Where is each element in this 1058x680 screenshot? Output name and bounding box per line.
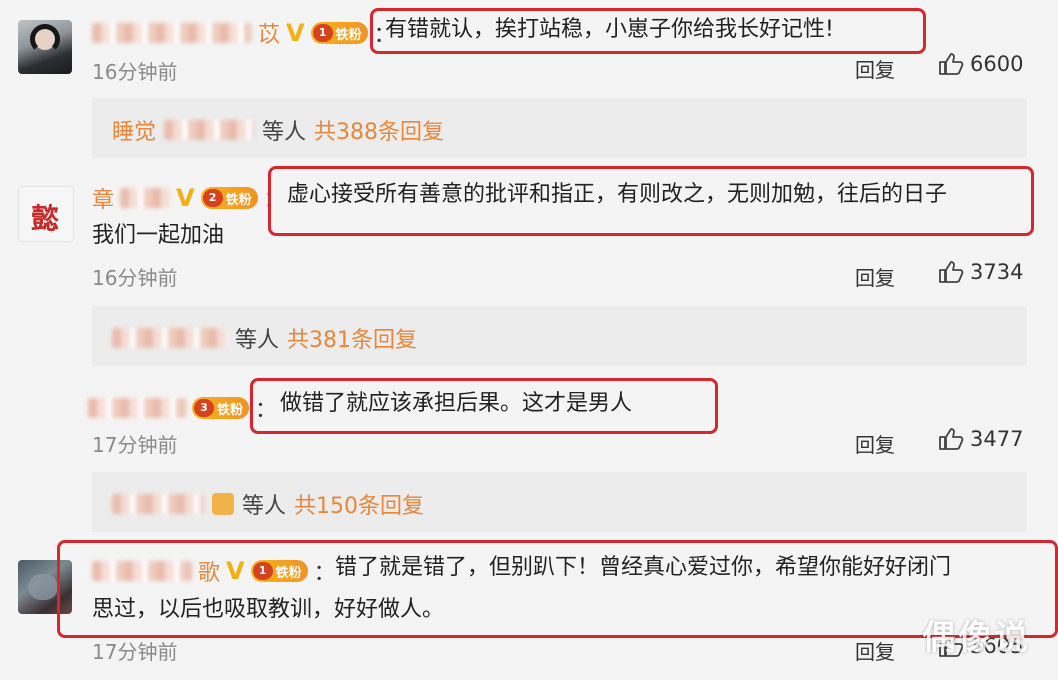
comment-text-line-2: 我们一起加油 [92,223,225,248]
thumbs-up-icon [939,428,964,450]
avatar[interactable]: 懿 [18,186,74,242]
like-count: 3477 [970,427,1024,451]
highlight-box [370,8,926,54]
username-text: 苡 [258,23,281,48]
blurred-username [164,120,255,140]
username-row[interactable]: 3 铁粉 ： [88,392,277,424]
reply-button[interactable]: 回复 [855,54,895,83]
fan-badge-label: 铁粉 [225,192,252,208]
comment-time: 17分钟前 [92,433,178,457]
fan-badge[interactable]: 2 铁粉 [200,187,258,209]
highlight-box [57,540,1058,638]
fan-badge[interactable]: 3 铁粉 [192,397,250,419]
sub-reply-others: 等人 [235,328,280,353]
sub-reply-count[interactable]: 共388条回复 [314,114,444,146]
reply-button[interactable]: 回复 [855,262,895,291]
fan-badge-label: 铁粉 [217,402,244,418]
sub-replies-box[interactable]: 睡觉 等人 共388条回复 [92,98,1027,158]
thumbs-up-icon [939,261,964,283]
username-row[interactable]: 章 V 2 铁粉 ： [92,182,286,214]
thumbs-up-emoji-icon [212,493,234,515]
blurred-username [112,494,204,514]
like-button[interactable]: 3477 [938,427,1023,451]
sub-replies-box[interactable]: 等人 共381条回复 [92,306,1027,366]
sub-reply-count[interactable]: 共150条回复 [294,488,424,520]
blurred-username [92,23,252,43]
like-button[interactable]: 6600 [938,52,1023,76]
reply-button[interactable]: 回复 [855,636,895,665]
username-row[interactable]: 苡 V 1 铁粉 ： [92,17,396,49]
username-text: 章 [92,188,115,213]
blurred-username [88,398,186,418]
highlight-box [268,166,1034,236]
sub-reply-others: 等人 [262,120,307,145]
sub-reply-user[interactable]: 睡觉 [112,114,156,146]
sub-reply-count[interactable]: 共381条回复 [287,322,417,354]
verified-badge: V [176,184,195,212]
fan-level-icon: 2 [202,189,223,207]
like-count: 3734 [970,260,1024,284]
fan-level-icon: 1 [312,24,333,42]
thumbs-up-icon [939,53,964,75]
like-count: 6600 [970,52,1024,76]
comment-time: 16分钟前 [92,266,178,290]
fan-badge[interactable]: 1 铁粉 [310,22,368,44]
blurred-username [120,188,171,208]
avatar[interactable] [18,20,72,74]
comment-time: 17分钟前 [92,640,178,664]
reply-button[interactable]: 回复 [855,429,895,458]
verified-badge: V [286,19,305,47]
sub-reply-others: 等人 [242,494,287,519]
watermark: 偶像说 [922,618,1030,658]
fan-badge-label: 铁粉 [335,27,362,43]
highlight-box [250,378,718,434]
like-button[interactable]: 3734 [938,260,1023,284]
blurred-username [112,328,227,348]
sub-replies-box[interactable]: 等人 共150条回复 [92,472,1027,532]
fan-level-icon: 3 [194,399,214,417]
comment-time: 16分钟前 [92,60,178,84]
